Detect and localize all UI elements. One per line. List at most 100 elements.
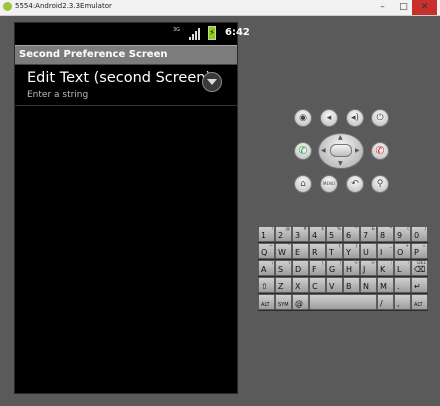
key-label: N: [363, 282, 369, 291]
key-label: 2: [278, 231, 284, 240]
hardware-keyboard: 1! 2 @3 #4 $5% 6 ^ 7 & 8 * 9(0) Q ~ W " E ´ R T{Y} U - I _ O + P = A…: [258, 226, 428, 311]
camera-icon: ◉: [299, 113, 307, 123]
key-space[interactable]: [309, 294, 377, 310]
key-row1-0[interactable]: 1!: [258, 226, 275, 242]
key-row2-7[interactable]: I _: [377, 243, 394, 259]
key-label: C: [312, 282, 318, 291]
key-label: D: [295, 265, 302, 274]
key-row3-5[interactable]: H <: [343, 260, 360, 276]
volume-up-icon: ◂): [350, 113, 360, 123]
key-row4-6[interactable]: N: [360, 277, 377, 293]
key-row4-2[interactable]: X: [292, 277, 309, 293]
key-row2-2[interactable]: E ´: [292, 243, 309, 259]
key-row4-0[interactable]: ⇧: [258, 277, 275, 293]
key-label: Q: [261, 248, 268, 257]
end-call-button[interactable]: ✆: [371, 142, 389, 160]
key-at[interactable]: @: [292, 294, 309, 310]
key-row4-8[interactable]: .: [394, 277, 411, 293]
key-row2-1[interactable]: W ": [275, 243, 292, 259]
close-button[interactable]: ✕: [412, 0, 437, 15]
key-sublabel: ´: [304, 261, 307, 266]
key-comma[interactable]: ,: [394, 294, 411, 310]
network-indicator: 3G: [173, 27, 181, 33]
key-row3-4[interactable]: G]: [326, 260, 343, 276]
key-row1-9[interactable]: 0): [411, 226, 428, 242]
edit-text-preference[interactable]: Edit Text (second Screen) Enter a string: [15, 65, 237, 106]
key-label: G: [329, 265, 336, 274]
power-button[interactable]: ⏻: [371, 109, 389, 127]
key-label: /: [380, 299, 383, 308]
key-sublabel: \: [288, 261, 290, 266]
key-label: X: [295, 282, 301, 291]
volume-up-button[interactable]: ◂): [346, 109, 364, 127]
dpad-center-button[interactable]: [330, 144, 352, 157]
key-row1-5[interactable]: 6 ^: [343, 226, 360, 242]
key-row3-0[interactable]: A \: [258, 260, 275, 276]
phone-call-icon: ✆: [298, 144, 308, 157]
key-row4-9[interactable]: ↵: [411, 277, 428, 293]
key-row2-0[interactable]: Q ~: [258, 243, 275, 259]
key-row3-8[interactable]: L:: [394, 260, 411, 276]
key-label: B: [346, 282, 352, 291]
key-row3-9[interactable]: ⌫ DEL: [411, 260, 428, 276]
key-label: P: [414, 248, 419, 257]
home-button[interactable]: ⌂: [294, 175, 312, 193]
key-row2-6[interactable]: U-: [360, 243, 377, 259]
dpad-left-icon[interactable]: ◀: [321, 147, 326, 154]
key-alt-right[interactable]: ALT: [411, 294, 428, 310]
key-row3-2[interactable]: D ´: [292, 260, 309, 276]
key-sublabel: ]: [339, 261, 341, 266]
device-screen[interactable]: 3G ⚡ 6:42 Second Preference Screen Edit …: [14, 22, 250, 394]
key-sublabel: ~: [269, 244, 273, 249]
key-label: ALT: [261, 302, 270, 308]
key-row4-4[interactable]: V: [326, 277, 343, 293]
key-row3-1[interactable]: S \: [275, 260, 292, 276]
key-row3-7[interactable]: K;: [377, 260, 394, 276]
key-alt-left[interactable]: ALT: [258, 294, 275, 310]
key-slash[interactable]: /: [377, 294, 394, 310]
battery-icon: ⚡: [208, 26, 216, 40]
preference-summary: Enter a string: [27, 90, 89, 100]
key-row2-3[interactable]: R: [309, 243, 326, 259]
key-row4-7[interactable]: M: [377, 277, 394, 293]
key-sublabel: %: [336, 227, 341, 232]
key-label: Z: [278, 282, 284, 291]
key-label: L: [397, 265, 402, 274]
key-row1-1[interactable]: 2 @: [275, 226, 292, 242]
key-row2-8[interactable]: O +: [394, 243, 411, 259]
dpad-down-icon[interactable]: ▼: [338, 160, 343, 167]
volume-down-button[interactable]: ◂: [320, 109, 338, 127]
key-row4-5[interactable]: B: [343, 277, 360, 293]
key-row4-3[interactable]: C: [309, 277, 326, 293]
call-button[interactable]: ✆: [294, 142, 312, 160]
key-row2-9[interactable]: P =: [411, 243, 428, 259]
key-row2-4[interactable]: T{: [326, 243, 343, 259]
key-row1-2[interactable]: 3 #: [292, 226, 309, 242]
dpad-right-icon[interactable]: ▶: [355, 147, 360, 154]
key-label: E: [295, 248, 301, 257]
key-sym[interactable]: SYM: [275, 294, 292, 310]
key-row1-8[interactable]: 9(: [394, 226, 411, 242]
key-row2-5[interactable]: Y}: [343, 243, 360, 259]
key-row3-3[interactable]: F[: [309, 260, 326, 276]
key-label: 8: [380, 231, 386, 240]
key-row1-3[interactable]: 4 $: [309, 226, 326, 242]
key-label: @: [295, 299, 303, 308]
dpad-up-icon[interactable]: ▲: [338, 134, 343, 141]
key-row1-7[interactable]: 8 *: [377, 226, 394, 242]
key-row1-6[interactable]: 7 &: [360, 226, 377, 242]
dropdown-arrow-icon[interactable]: [202, 72, 222, 92]
search-button[interactable]: ⚲: [371, 175, 389, 193]
key-row4-1[interactable]: Z: [275, 277, 292, 293]
key-label: 7: [363, 231, 369, 240]
window-titlebar: 5554:Android2.3.3Emulator – □ ✕: [0, 0, 440, 16]
key-sublabel: \: [271, 261, 273, 266]
key-sublabel: &: [371, 227, 375, 232]
back-button[interactable]: ↶: [346, 175, 364, 193]
key-row1-4[interactable]: 5%: [326, 226, 343, 242]
key-sublabel: ^: [354, 227, 358, 232]
camera-button[interactable]: ◉: [294, 109, 312, 127]
dpad[interactable]: ▲ ▼ ◀ ▶: [318, 133, 364, 169]
menu-button[interactable]: MENU: [320, 175, 338, 193]
key-row3-6[interactable]: J >: [360, 260, 377, 276]
